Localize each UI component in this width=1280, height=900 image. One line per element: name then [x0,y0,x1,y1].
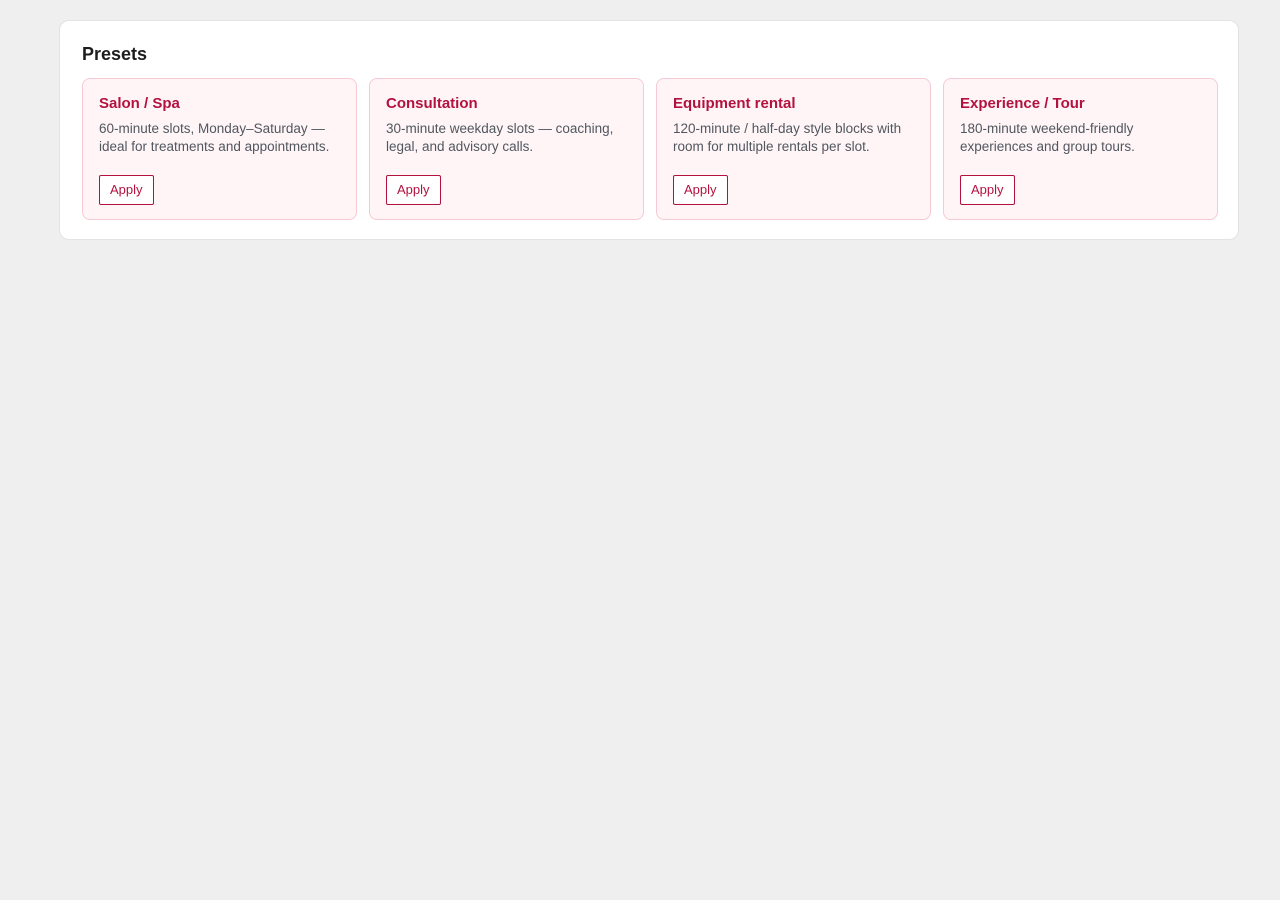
preset-card-experience-tour: Experience / Tour 180-minute weekend-fri… [943,78,1218,220]
preset-description: 30-minute weekday slots — coaching, lega… [386,121,614,154]
preset-card-equipment-rental: Equipment rental 120-minute / half-day s… [656,78,931,220]
preset-cards: Salon / Spa 60-minute slots, Monday–Satu… [82,78,1218,220]
preset-description: 60-minute slots, Monday–Saturday — ideal… [99,121,330,154]
apply-salon-spa-button[interactable]: Apply [99,175,154,205]
preset-title: Consultation [386,95,478,112]
preset-description: 180-minute weekend-friendly experiences … [960,121,1135,154]
apply-consultation-button[interactable]: Apply [386,175,441,205]
apply-equipment-rental-button[interactable]: Apply [673,175,728,205]
apply-experience-tour-button[interactable]: Apply [960,175,1015,205]
presets-panel: Presets Salon / Spa 60-minute slots, Mon… [59,20,1239,240]
preset-title: Equipment rental [673,95,796,112]
preset-card-salon-spa: Salon / Spa 60-minute slots, Monday–Satu… [82,78,357,220]
preset-description: 120-minute / half-day style blocks with … [673,121,902,154]
preset-title: Experience / Tour [960,95,1085,112]
panel-title: Presets [82,44,148,64]
preset-title: Salon / Spa [99,95,180,112]
preset-card-consultation: Consultation 30-minute weekday slots — c… [369,78,644,220]
